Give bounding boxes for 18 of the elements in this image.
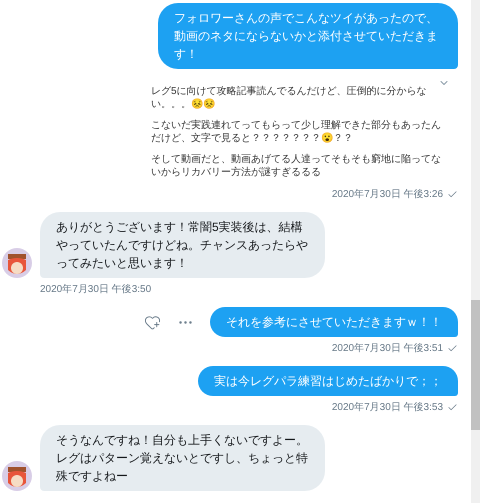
message-time: 2020年7月30日 午後3:53 <box>332 401 443 415</box>
quoted-tweet[interactable]: レグ5に向けて攻略記事読んでるんだけど、圧倒的に分からない。。。😣😣 こないだ実践連れてってもらって少し理解できた部分もあったんだけど、文字で見ると？？？？？？？😮？？ そして動画だと、動画あげてる人達ってそもそも窮地に陥ってないからリカバリー方法が謎すぎるるる <box>143 73 458 183</box>
sent-message: 実は今レグパラ練習はじめたばかりで；； <box>198 366 458 396</box>
quoted-text: そして動画だと、動画あげてる人達ってそもそも窮地に陥ってないからリカバリー方法が謎すぎるるる <box>151 153 442 179</box>
sent-message: それを参考にさせていただきますｗ！！ <box>210 307 458 337</box>
like-icon[interactable] <box>144 314 161 330</box>
sent-message: フォロワーさんの声でこんなツイがあったので、動画のネタにならないかと添付させていただきます！ <box>158 3 458 69</box>
quoted-text: こないだ実践連れてってもらって少し理解できた部分もあったんだけど、文字で見ると？？？？？？？😮？？ <box>151 119 442 145</box>
message-time: 2020年7月30日 午後3:26 <box>332 188 443 202</box>
message-time: 2020年7月30日 午後3:51 <box>332 342 443 356</box>
quoted-text: レグ5に向けて攻略記事読んでるんだけど、圧倒的に分からない。。。😣😣 <box>151 85 428 111</box>
received-message: ありがとうございます！常闇5実装後は、結構やっていたんですけどね。チャンスあったらやってみたいと思います！ <box>40 212 325 278</box>
avatar[interactable] <box>2 248 32 278</box>
scrollbar[interactable] <box>471 0 480 503</box>
scrollbar-thumb[interactable] <box>471 300 480 430</box>
message-time: 2020年7月30日 午後3:50 <box>40 283 152 297</box>
received-message: そうなんですね！自分も上手くないですよー。レグはパターン覚えないとですし、ちょっと特殊ですよねー <box>40 425 325 491</box>
avatar[interactable] <box>2 461 32 491</box>
